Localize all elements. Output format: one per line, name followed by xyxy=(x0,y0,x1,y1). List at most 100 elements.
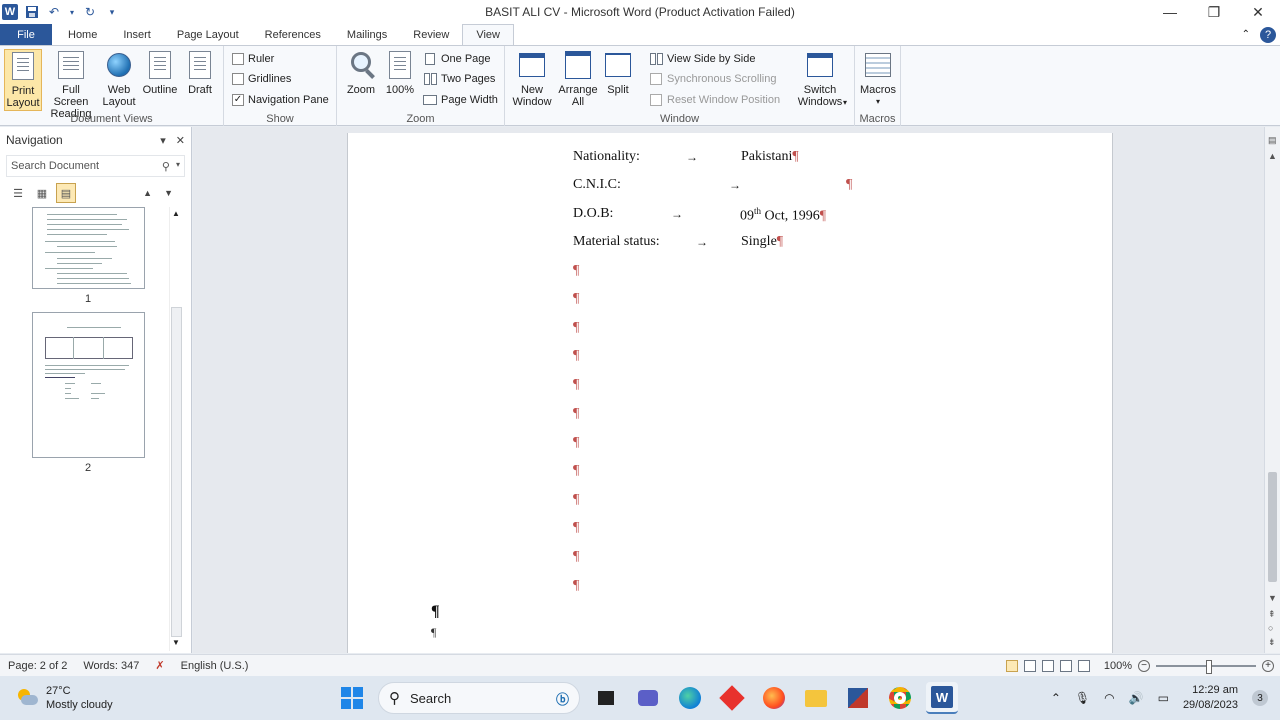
show-hidden-icons-icon[interactable]: ⌃ xyxy=(1051,691,1061,705)
word-app-icon[interactable]: W xyxy=(2,4,18,20)
zoom-100-button[interactable]: 100% xyxy=(385,49,415,96)
customize-qat-icon[interactable]: ▾ xyxy=(104,4,120,20)
file-explorer-icon[interactable] xyxy=(800,682,832,714)
draft-button[interactable]: Draft xyxy=(182,49,218,96)
zoom-slider[interactable] xyxy=(1156,659,1256,674)
minimize-button[interactable]: — xyxy=(1148,0,1192,24)
zoom-level[interactable]: 100% xyxy=(1104,660,1132,672)
vertical-scrollbar[interactable]: ▤ ▲ ▼ ⇞ ○ ⇟ xyxy=(1264,127,1280,653)
new-window-button[interactable]: New Window xyxy=(511,49,553,108)
print-layout-view-icon[interactable] xyxy=(1005,659,1018,672)
outline-view-icon[interactable] xyxy=(1059,659,1072,672)
clock[interactable]: 12:29 am 29/08/2023 xyxy=(1183,683,1238,713)
notification-badge[interactable]: 3 xyxy=(1252,690,1268,706)
draft-view-icon[interactable] xyxy=(1077,659,1090,672)
navigation-pane-check-box[interactable]: ✓ xyxy=(232,94,244,106)
word-taskbar-icon[interactable]: W xyxy=(926,682,958,714)
search-document-input[interactable]: Search Document ⚲ ▾ xyxy=(6,155,185,177)
tab-insert[interactable]: Insert xyxy=(110,24,164,45)
page-thumbnail-1[interactable] xyxy=(32,207,145,289)
battery-icon[interactable]: ▭ xyxy=(1158,691,1169,705)
start-button[interactable] xyxy=(336,682,368,714)
next-result-icon[interactable]: ▼ xyxy=(164,188,173,198)
page-count[interactable]: Page: 2 of 2 xyxy=(0,655,75,676)
outline-button[interactable]: Outline xyxy=(140,49,180,96)
navigation-scrollbar[interactable]: ▲ ▼ xyxy=(169,207,183,651)
microphone-icon[interactable]: 🎙 xyxy=(1075,691,1090,705)
synchronous-scrolling-button[interactable]: Synchronous Scrolling xyxy=(649,70,776,88)
print-layout-button[interactable]: Print Layout xyxy=(4,49,42,111)
vertical-scroll-thumb[interactable] xyxy=(1268,472,1277,582)
browse-pages-icon[interactable]: ▦ xyxy=(32,183,52,203)
navigation-pane-checkbox[interactable]: ✓ Navigation Pane xyxy=(232,91,329,109)
switch-windows-button[interactable]: Switch Windows ▾ xyxy=(791,49,849,108)
scroll-up-icon[interactable]: ▲ xyxy=(172,209,180,218)
app-icon[interactable] xyxy=(842,682,874,714)
proofing-status[interactable]: ✗ xyxy=(147,655,172,676)
web-layout-view-icon[interactable] xyxy=(1041,659,1054,672)
web-layout-button[interactable]: Web Layout xyxy=(100,49,138,108)
chrome-icon[interactable] xyxy=(884,682,916,714)
ruler-toggle-icon[interactable]: ▤ xyxy=(1268,135,1277,146)
task-view-icon[interactable] xyxy=(590,682,622,714)
macros-button[interactable]: Macros ▾ xyxy=(859,49,897,108)
tab-home[interactable]: Home xyxy=(52,24,110,45)
zoom-button[interactable]: Zoom xyxy=(345,49,377,96)
gridlines-checkbox[interactable]: Gridlines xyxy=(232,70,291,88)
view-side-by-side-button[interactable]: View Side by Side xyxy=(649,50,755,68)
edge-icon[interactable] xyxy=(674,682,706,714)
tab-review[interactable]: Review xyxy=(400,24,462,45)
taskbar-search[interactable]: ⚲ Search ⓑ xyxy=(378,682,580,714)
full-screen-reading-button[interactable]: Full Screen Reading xyxy=(44,49,98,120)
tab-page-layout[interactable]: Page Layout xyxy=(164,24,252,45)
tab-file[interactable]: File xyxy=(0,24,52,45)
ruler-checkbox[interactable]: Ruler xyxy=(232,50,274,68)
gridlines-check-box[interactable] xyxy=(232,73,244,85)
teams-icon[interactable] xyxy=(632,682,664,714)
two-pages-button[interactable]: Two Pages xyxy=(423,70,495,88)
tab-references[interactable]: References xyxy=(252,24,334,45)
tab-view[interactable]: View xyxy=(462,24,514,45)
help-icon[interactable]: ? xyxy=(1260,26,1276,43)
wifi-icon[interactable]: ◠ xyxy=(1104,691,1114,705)
ruler-check-box[interactable] xyxy=(232,53,244,65)
minimize-ribbon-icon[interactable]: ⌃ xyxy=(1242,29,1250,40)
page-width-button[interactable]: Page Width xyxy=(423,91,498,109)
save-icon[interactable] xyxy=(24,4,40,20)
nav-pane-close-icon[interactable]: ✕ xyxy=(176,134,185,147)
scroll-down-icon[interactable]: ▼ xyxy=(172,638,180,647)
split-button[interactable]: Split xyxy=(603,49,633,96)
word-count[interactable]: Words: 347 xyxy=(75,655,147,676)
nav-pane-options-icon[interactable]: ▾ xyxy=(160,134,166,147)
tab-mailings[interactable]: Mailings xyxy=(334,24,400,45)
undo-icon[interactable]: ↶ xyxy=(46,4,62,20)
navigation-scroll-thumb[interactable] xyxy=(171,307,182,637)
firefox-icon[interactable] xyxy=(758,682,790,714)
document-area[interactable]: Nationality: → Pakistani¶ C.N.I.C: → ¶ D… xyxy=(193,127,1264,653)
scroll-down-icon[interactable]: ▼ xyxy=(1268,593,1277,603)
close-button[interactable]: ✕ xyxy=(1236,0,1280,24)
browse-headings-icon[interactable]: ☰ xyxy=(8,183,28,203)
search-options-icon[interactable]: ▾ xyxy=(176,160,180,173)
page-thumbnail-2[interactable] xyxy=(32,312,145,458)
document-page[interactable]: Nationality: → Pakistani¶ C.N.I.C: → ¶ D… xyxy=(347,133,1113,653)
previous-page-icon[interactable]: ⇞ xyxy=(1268,609,1276,620)
restore-button[interactable]: ❐ xyxy=(1192,0,1236,24)
zoom-in-button[interactable]: + xyxy=(1262,659,1274,672)
browse-results-icon[interactable]: ▤ xyxy=(56,183,76,203)
volume-icon[interactable]: 🔊 xyxy=(1129,691,1144,705)
select-browse-object-icon[interactable]: ○ xyxy=(1268,623,1273,633)
full-screen-reading-view-icon[interactable] xyxy=(1023,659,1036,672)
reset-window-position-button[interactable]: Reset Window Position xyxy=(649,91,780,109)
previous-result-icon[interactable]: ▲ xyxy=(143,188,152,198)
undo-dropdown-icon[interactable]: ▾ xyxy=(68,4,76,20)
zoom-out-button[interactable]: − xyxy=(1138,659,1150,672)
weather-widget[interactable]: 27°C Mostly cloudy xyxy=(0,684,113,712)
redo-icon[interactable]: ↻ xyxy=(82,4,98,20)
search-icon[interactable]: ⚲ xyxy=(162,160,170,173)
anydesk-icon[interactable] xyxy=(716,682,748,714)
scroll-up-icon[interactable]: ▲ xyxy=(1268,151,1277,161)
next-page-icon[interactable]: ⇟ xyxy=(1268,637,1276,648)
one-page-button[interactable]: One Page xyxy=(423,50,491,68)
language-indicator[interactable]: English (U.S.) xyxy=(173,655,257,676)
